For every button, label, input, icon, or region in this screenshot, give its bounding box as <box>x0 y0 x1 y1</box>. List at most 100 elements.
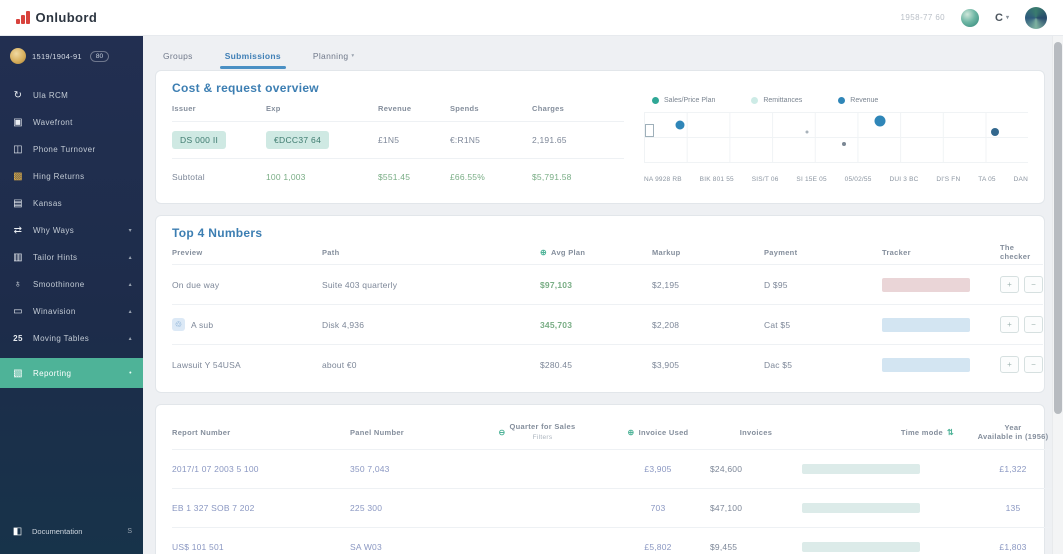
status-avatar[interactable] <box>961 8 980 27</box>
row-action-remove-button[interactable]: − <box>1024 276 1043 293</box>
calendar-25-icon: 25 <box>13 334 23 343</box>
legend-dot-icon <box>652 97 659 104</box>
sidebar-item-kansas[interactable]: ▤ Kansas <box>0 190 143 217</box>
table-cell: Dac $5 <box>764 344 882 384</box>
scatter-plot[interactable] <box>644 112 1028 163</box>
table-cell: 703 <box>606 488 710 527</box>
table-cell: Subtotal <box>172 158 266 195</box>
year-value: £1,803 <box>999 542 1027 552</box>
sidebar-item-label: Kansas <box>33 199 63 208</box>
table-cell: $24,600 <box>710 449 802 488</box>
legend-label: Remittances <box>763 97 803 104</box>
legend-item-revenue[interactable]: Revenue <box>838 97 878 104</box>
sidebar-item-documentation[interactable]: ◧ Documentation S <box>0 517 143 546</box>
sidebar-item-phone-turnover[interactable]: ◫ Phone Turnover <box>0 136 143 163</box>
table-cell <box>882 264 1000 304</box>
sidebar-item-label: Hing Returns <box>33 172 85 181</box>
chevron-down-icon: ▾ <box>351 53 355 59</box>
report-link[interactable]: US$ 101 501 <box>172 542 224 552</box>
card-icon: ▭ <box>13 306 23 317</box>
columns-icon: ◫ <box>13 144 23 155</box>
time-progress-bar <box>802 464 920 474</box>
column-header: Preview <box>172 247 203 257</box>
sidebar-item-tailor-hints[interactable]: ▥ Tailor Hints ▴ <box>0 244 143 271</box>
currency-selector[interactable]: C ▾ <box>995 12 1009 24</box>
table-cell: $3,905 <box>652 344 764 384</box>
time-progress-bar <box>802 503 920 513</box>
legend-item-sales-price[interactable]: Sales/Price Plan <box>652 97 715 104</box>
numbers-card-title: Top 4 Numbers <box>172 226 263 240</box>
invoice-value: £3,905 <box>644 464 672 474</box>
chart-legend: Sales/Price Plan Remittances Revenue <box>644 95 1028 104</box>
sidebar-item-smoothinone[interactable]: ♁ Smoothinone ▴ <box>0 271 143 298</box>
sidebar-item-label: Why Ways <box>33 226 75 235</box>
table-cell <box>882 304 1000 344</box>
user-avatar[interactable] <box>1025 6 1047 29</box>
report-icon: ▧ <box>13 367 23 379</box>
reports-table: Report Number Panel Number ⊖ Quarter for… <box>172 415 1053 554</box>
table-cell: + − <box>1000 264 1043 304</box>
tab-planning[interactable]: Planning ▾ <box>311 44 357 70</box>
row-action-add-button[interactable]: + <box>1000 356 1019 373</box>
overview-card: Cost & request overview Issuer Exp Reven… <box>155 70 1045 204</box>
year-value: £1,322 <box>999 464 1027 474</box>
workspace-badge: 80 <box>89 50 110 62</box>
row-action-remove-button[interactable]: − <box>1024 356 1043 373</box>
sidebar-item-ula-rcm[interactable]: ↻ Ula RCM <box>0 82 143 109</box>
workspace-selector[interactable]: 1519/1904-91 80 <box>0 36 143 78</box>
table-cell <box>468 488 606 527</box>
reports-card: Report Number Panel Number ⊖ Quarter for… <box>155 404 1053 554</box>
tab-submissions[interactable]: Submissions <box>219 44 287 70</box>
sidebar-item-wavefront[interactable]: ▣ Wavefront <box>0 109 143 136</box>
sidebar-nav: ↻ Ula RCM ▣ Wavefront ◫ Phone Turnover ▩… <box>0 78 143 388</box>
report-link[interactable]: EB 1 327 SOB 7 202 <box>172 503 255 513</box>
sidebar-item-winavision[interactable]: ▭ Winavision ▴ <box>0 298 143 325</box>
legend-dot-icon <box>751 97 759 104</box>
table-cell: D $95 <box>764 264 882 304</box>
sort-icon[interactable]: ⇅ <box>947 428 954 437</box>
x-tick-label: DUI 3 BC <box>889 176 919 183</box>
table-cell: 350 7,043 <box>350 449 468 488</box>
year-value: 135 <box>1005 503 1021 513</box>
panel-value: SA W03 <box>350 542 382 552</box>
row-action-add-button[interactable]: + <box>1000 276 1019 293</box>
data-point <box>805 130 809 134</box>
vertical-scrollbar[interactable] <box>1052 36 1063 554</box>
x-tick-label: TA 05 <box>978 176 996 183</box>
table-cell: $280.45 <box>540 344 652 384</box>
column-header: Tracker <box>882 247 911 257</box>
row-action-add-button[interactable]: + <box>1000 316 1019 333</box>
table-cell: + − <box>1000 344 1043 384</box>
scrollbar-thumb[interactable] <box>1054 42 1062 414</box>
tab-groups[interactable]: Groups <box>161 44 195 70</box>
column-header: Year Available in (1956) <box>977 422 1049 441</box>
sidebar-item-reporting[interactable]: ▧ Reporting • <box>0 358 143 388</box>
overview-card-title: Cost & request overview <box>172 81 319 95</box>
x-tick-label: NA 9928 RB <box>644 176 682 183</box>
chevron-down-icon: ▾ <box>1005 15 1009 21</box>
numbers-table: Preview Path ⊕ Avg Plan Markup Payment T… <box>172 240 1043 384</box>
table-cell: 2,191.65 <box>532 121 624 158</box>
rows-icon: ▥ <box>13 252 23 263</box>
sidebar-footer-label: Documentation <box>32 527 83 536</box>
table-cell: Disk 4,936 <box>322 304 540 344</box>
table-cell: £1,803 <box>954 527 1053 554</box>
globe-icon: ♁ <box>14 279 22 290</box>
sidebar-item-moving-tables[interactable]: 25 Moving Tables ▴ <box>0 325 143 352</box>
table-cell: £3,905 <box>606 449 710 488</box>
row-action-remove-button[interactable]: − <box>1024 316 1043 333</box>
chevron-up-icon: ▴ <box>128 336 132 342</box>
sidebar-item-label: Reporting <box>33 368 72 378</box>
sidebar-item-hing-returns[interactable]: ▩ Hing Returns <box>0 163 143 190</box>
x-tick-label: SI 15E 05 <box>796 176 827 183</box>
report-link[interactable]: 2017/1 07 2003 5 100 <box>172 464 259 474</box>
sidebar-item-label: Winavision <box>33 307 76 316</box>
table-cell: US$ 101 501 <box>172 527 350 554</box>
selection-marker-icon <box>645 124 654 137</box>
plus-circle-icon: ⊕ <box>540 247 548 257</box>
currency-label: C <box>995 11 1003 24</box>
sidebar-item-why-ways[interactable]: ⇄ Why Ways ▾ <box>0 217 143 244</box>
legend-item-remittances[interactable]: Remittances <box>751 97 802 104</box>
app-logo[interactable]: Onlubord <box>16 10 97 25</box>
minus-circle-icon: ⊖ <box>498 427 506 437</box>
